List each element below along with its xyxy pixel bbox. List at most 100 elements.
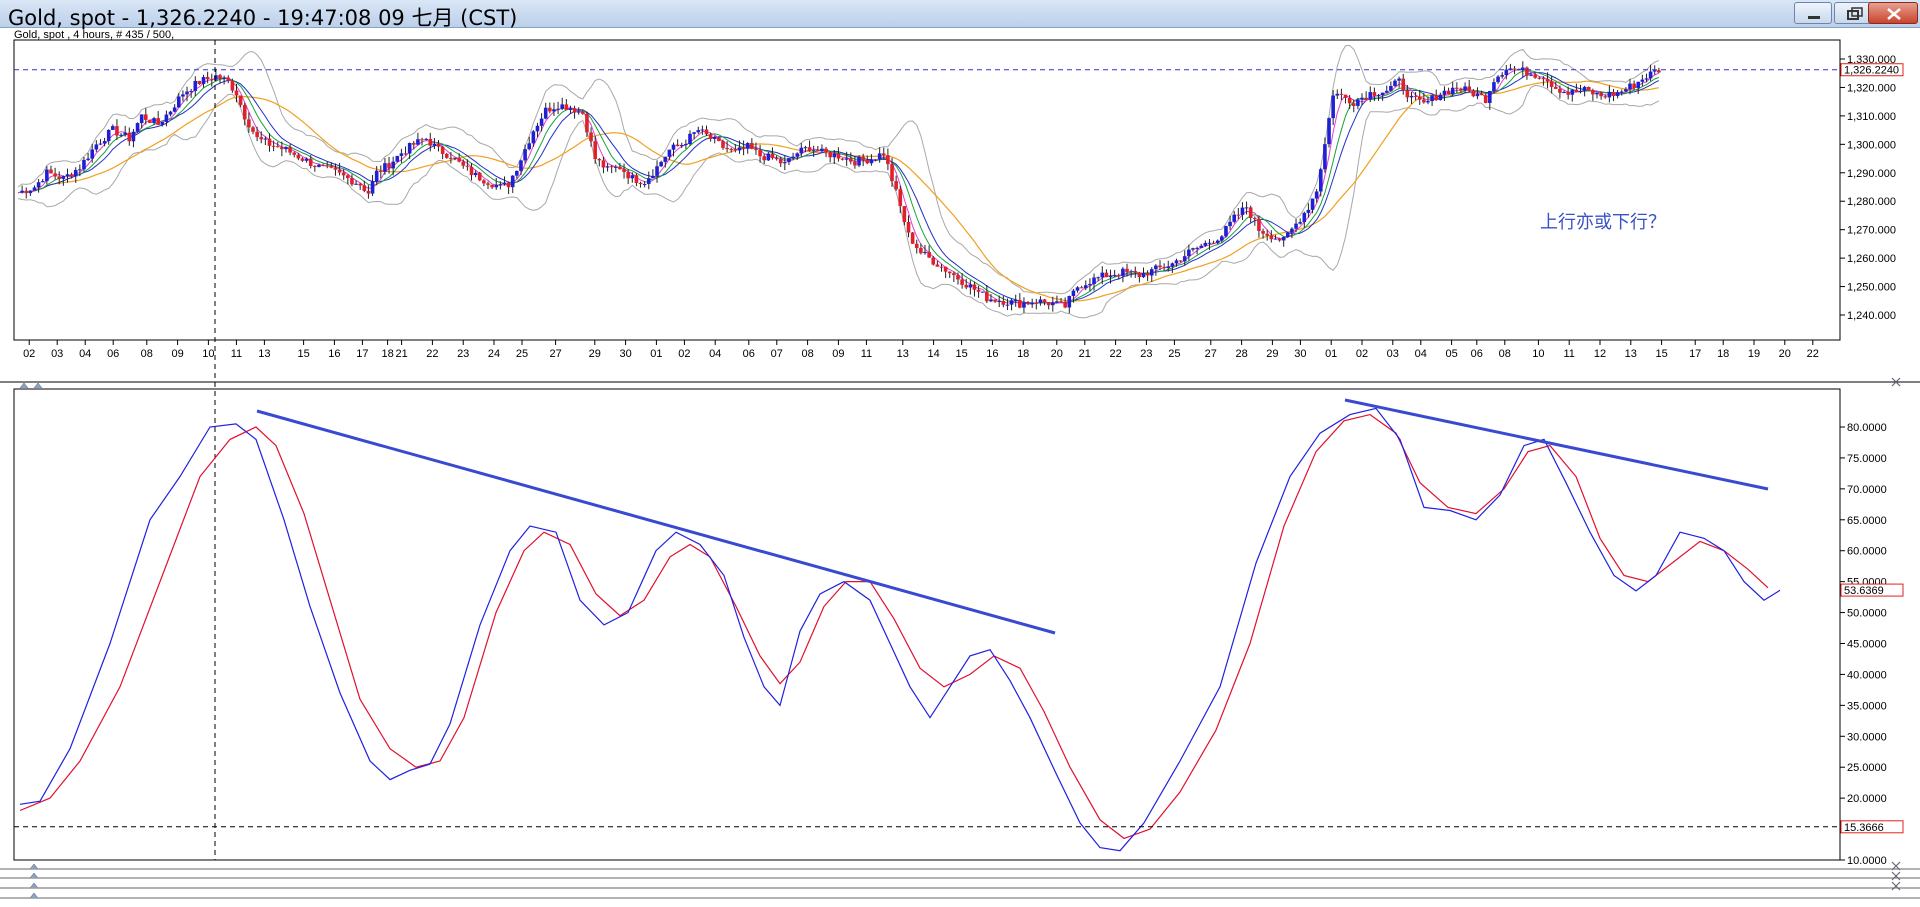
candle-body xyxy=(49,169,53,174)
candle-body xyxy=(1067,296,1072,308)
candle-body xyxy=(164,114,169,122)
stoch-k-label: 53.6369 xyxy=(1844,585,1884,597)
candle-body xyxy=(416,139,420,145)
current-price-label: 1,326.2240 xyxy=(1844,65,1899,77)
candle-body xyxy=(1351,103,1356,106)
candle-body xyxy=(1459,88,1463,91)
candle-body xyxy=(1145,273,1150,276)
candle-body xyxy=(894,181,898,190)
candle-body xyxy=(247,119,251,128)
candle-body xyxy=(758,150,762,157)
candle-body xyxy=(597,158,602,161)
candle-body xyxy=(1467,86,1471,91)
candle-body xyxy=(1174,260,1179,264)
candle-body xyxy=(721,141,725,148)
candle-body xyxy=(1018,299,1022,308)
candle-body xyxy=(655,166,659,176)
candle-body xyxy=(477,172,482,181)
candle-body xyxy=(139,114,144,124)
candle-body xyxy=(1327,118,1331,145)
candle-body xyxy=(428,138,433,146)
candle-body xyxy=(1001,301,1006,305)
candle-body xyxy=(811,150,816,152)
chart-area[interactable]: 1,240.000 1,250.000 1,260.000 1,270.000 1,28… xyxy=(0,0,1920,907)
candle-body xyxy=(1281,236,1286,241)
time-tick-label: 06 xyxy=(1471,348,1483,360)
candle-body xyxy=(1442,90,1447,95)
candle-body xyxy=(337,169,342,173)
price-tick-label: 1,270.000 xyxy=(1847,225,1896,237)
panel-arrow-icon xyxy=(33,382,43,389)
candle-body xyxy=(263,138,268,140)
candle-body xyxy=(1149,269,1154,276)
candle-body xyxy=(931,257,936,265)
candle-body xyxy=(494,184,499,188)
candle-body xyxy=(1401,78,1406,91)
time-tick-label: 25 xyxy=(1168,348,1180,360)
candle-body xyxy=(581,111,585,114)
time-tick-label: 11 xyxy=(1563,348,1574,360)
candle-body xyxy=(1512,68,1517,70)
stoch-tick-label: 35.0000 xyxy=(1847,700,1887,712)
candle-body xyxy=(420,139,424,141)
candle-body xyxy=(861,156,865,160)
candle-body xyxy=(251,127,255,132)
price-tick-label: 1,300.000 xyxy=(1847,139,1896,151)
candle-body xyxy=(1545,79,1550,82)
candle-body xyxy=(457,157,461,162)
candle-body xyxy=(576,111,581,113)
time-tick-label: 23 xyxy=(457,348,469,360)
candle-body xyxy=(1026,302,1030,305)
time-tick-label: 19 xyxy=(1748,348,1760,360)
candle-body xyxy=(1162,267,1166,269)
candle-body xyxy=(226,77,231,81)
stoch-tick-label: 45.0000 xyxy=(1847,639,1887,651)
candle-body xyxy=(1574,89,1579,93)
candle-body xyxy=(1042,299,1047,303)
candle-body xyxy=(1430,95,1434,102)
candle-body xyxy=(61,176,66,179)
candle-body xyxy=(86,158,90,160)
candle-body xyxy=(919,248,923,254)
candle-body xyxy=(1034,302,1039,304)
candle-body xyxy=(358,183,362,186)
candle-body xyxy=(651,175,655,179)
candle-body xyxy=(308,158,313,166)
candle-body xyxy=(325,165,330,167)
candle-body xyxy=(626,172,630,179)
candle-body xyxy=(395,155,400,162)
candle-body xyxy=(552,109,556,112)
candle-body xyxy=(523,149,527,161)
candle-body xyxy=(1446,90,1451,95)
candle-body xyxy=(1553,86,1558,89)
time-tick-label: 04 xyxy=(79,348,91,360)
candle-body xyxy=(1537,77,1542,79)
candle-body xyxy=(185,91,189,95)
candle-body xyxy=(1232,214,1237,222)
candle-body xyxy=(123,132,127,135)
candle-body xyxy=(144,114,148,120)
candle-body xyxy=(914,243,919,249)
candle-body xyxy=(1125,268,1129,273)
candle-body xyxy=(980,291,985,293)
candle-body xyxy=(350,178,354,185)
candle-body xyxy=(296,154,301,159)
stoch-tick-label: 40.0000 xyxy=(1847,669,1887,681)
candle-body xyxy=(853,161,857,166)
candle-body xyxy=(1558,88,1562,93)
candle-body xyxy=(1100,272,1105,278)
candle-body xyxy=(346,175,350,179)
candle-body xyxy=(304,158,309,161)
candle-body xyxy=(1368,92,1373,100)
candle-body xyxy=(824,148,828,153)
candle-body xyxy=(238,95,243,105)
candle-body xyxy=(1046,302,1051,306)
candle-body xyxy=(1393,80,1397,86)
candle-body xyxy=(1108,275,1113,278)
candle-body xyxy=(32,187,37,191)
candle-body xyxy=(160,121,165,125)
candle-body xyxy=(1005,304,1010,306)
candle-body xyxy=(1586,86,1591,91)
candle-body xyxy=(1195,247,1199,249)
candle-body xyxy=(506,182,511,188)
